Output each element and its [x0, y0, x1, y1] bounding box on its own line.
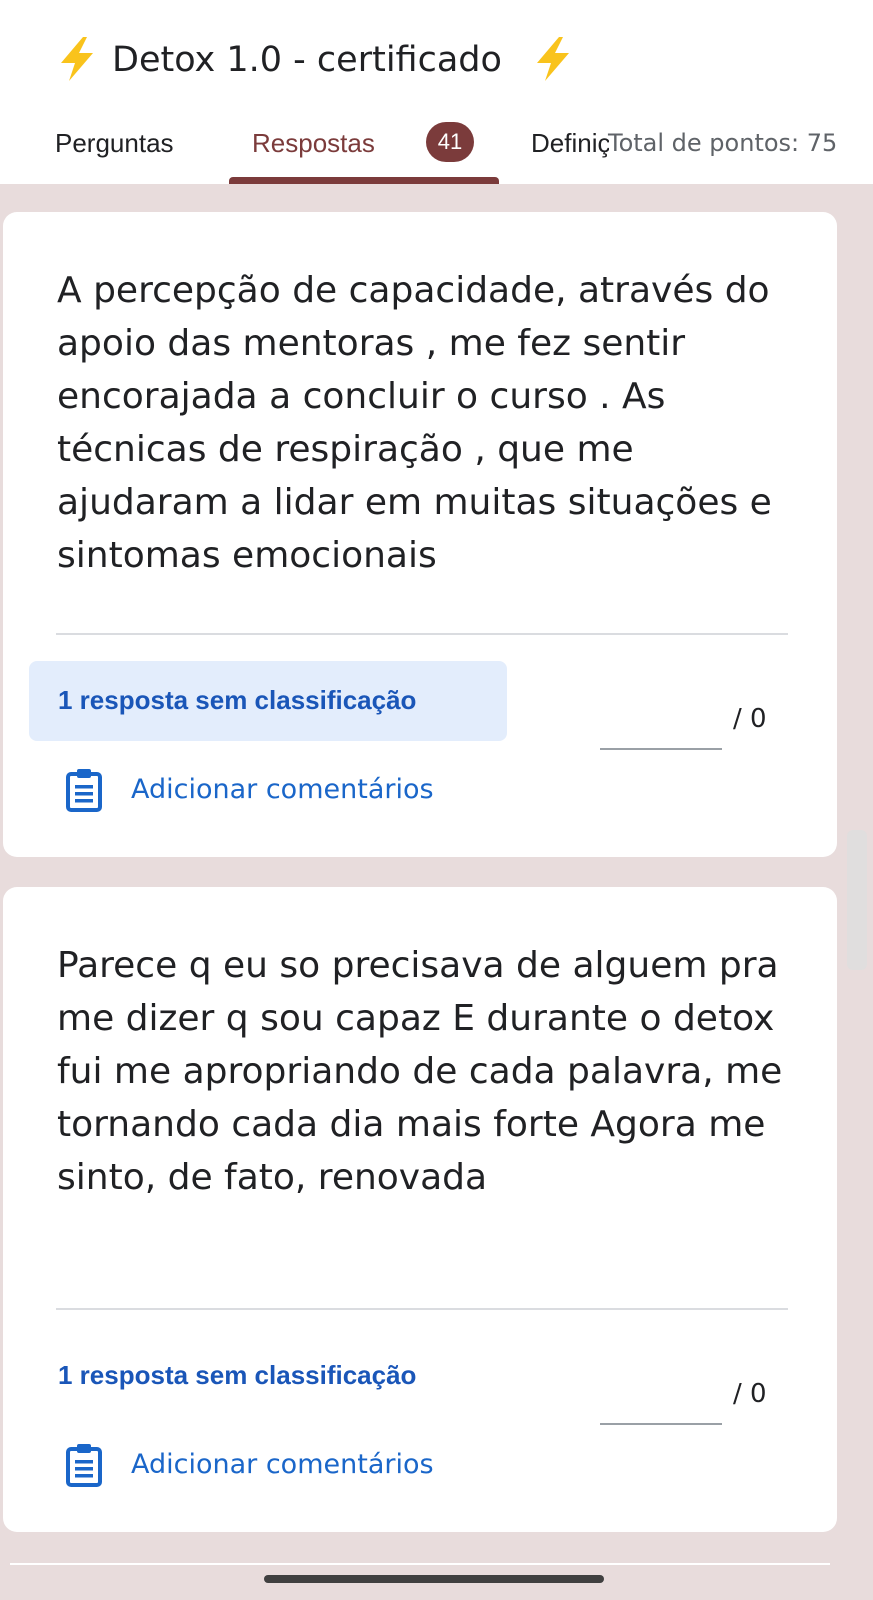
- app-header: Detox 1.0 - certificado Perguntas Respos…: [0, 0, 873, 184]
- add-comment-button[interactable]: Adicionar comentários: [61, 1441, 521, 1491]
- score-max-label: / 0: [733, 1379, 767, 1409]
- add-comment-button[interactable]: Adicionar comentários: [61, 766, 521, 816]
- comment-clipboard-icon: [65, 1443, 103, 1487]
- unscored-response-chip[interactable]: 1 resposta sem classificação: [29, 1336, 507, 1416]
- lightning-bolt-icon: [533, 36, 573, 82]
- unscored-response-label: 1 resposta sem classificação: [58, 685, 417, 715]
- add-comment-label: Adicionar comentários: [131, 774, 434, 805]
- divider: [10, 1563, 830, 1565]
- tab-bar: Perguntas Respostas 41 Definições Total …: [0, 118, 873, 184]
- tab-perguntas[interactable]: Perguntas: [55, 128, 174, 159]
- total-points-label: Total de pontos: 75: [608, 129, 838, 157]
- form-title-row: Detox 1.0 - certificado: [0, 36, 873, 86]
- comment-clipboard-icon: [65, 768, 103, 812]
- response-text: Parece q eu so precisava de alguem pra m…: [57, 945, 783, 1198]
- tab-respostas[interactable]: Respostas: [252, 128, 375, 159]
- unscored-response-chip[interactable]: 1 resposta sem classificação: [29, 661, 507, 741]
- response-text: A percepção de capacidade, através do ap…: [57, 270, 772, 576]
- divider: [56, 633, 788, 635]
- response-card: Parece q eu so precisava de alguem pra m…: [3, 887, 837, 1532]
- responses-count-badge: 41: [426, 122, 474, 162]
- unscored-response-label: 1 resposta sem classificação: [58, 1360, 417, 1390]
- response-card: A percepção de capacidade, através do ap…: [3, 212, 837, 857]
- score-max-label: / 0: [733, 704, 767, 734]
- home-indicator[interactable]: [264, 1575, 604, 1583]
- tab-definicoes[interactable]: Definições: [531, 128, 609, 159]
- divider: [56, 1308, 788, 1310]
- scrollbar[interactable]: [847, 830, 867, 970]
- form-title: Detox 1.0 - certificado: [112, 40, 502, 80]
- lightning-bolt-icon: [57, 36, 97, 82]
- active-tab-indicator: [229, 177, 499, 184]
- score-input[interactable]: [600, 748, 722, 750]
- score-input[interactable]: [600, 1423, 722, 1425]
- add-comment-label: Adicionar comentários: [131, 1449, 434, 1480]
